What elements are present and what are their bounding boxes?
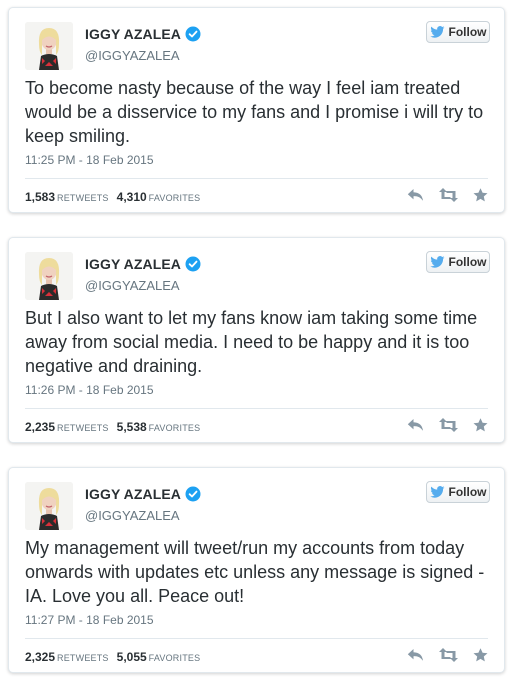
display-name[interactable]: IGGY AZALEA — [85, 26, 181, 42]
verified-badge-icon — [185, 26, 201, 42]
twitter-bird-icon — [429, 486, 444, 498]
tweet-actions — [407, 418, 488, 432]
follow-button-label: Follow — [448, 485, 487, 499]
favorite-star-icon[interactable] — [473, 188, 488, 202]
reply-icon[interactable] — [407, 418, 424, 432]
user-handle[interactable]: @IGGYAZALEA — [85, 48, 180, 63]
reply-icon[interactable] — [407, 188, 424, 202]
tweet-timestamp[interactable]: 11:26 PM - 18 Feb 2015 — [25, 383, 154, 397]
tweet-actions — [407, 648, 488, 662]
twitter-bird-icon — [429, 256, 444, 268]
divider — [25, 178, 488, 179]
favorite-count-label: FAVORITES — [148, 193, 201, 203]
name-row: IGGY AZALEA — [85, 256, 201, 272]
reply-icon[interactable] — [407, 648, 424, 662]
tweet-card: IGGY AZALEA @IGGYAZALEA Follow To become… — [8, 7, 505, 213]
follow-button[interactable]: Follow — [426, 251, 490, 273]
follow-button-label: Follow — [448, 255, 487, 269]
display-name[interactable]: IGGY AZALEA — [85, 486, 181, 502]
name-row: IGGY AZALEA — [85, 486, 201, 502]
verified-badge-icon — [185, 256, 201, 272]
retweet-count[interactable]: 1,583 — [25, 190, 55, 204]
follow-button-label: Follow — [448, 25, 487, 39]
tweet-stats: 2,325 RETWEETS 5,055 FAVORITES — [25, 650, 200, 664]
divider — [25, 408, 488, 409]
tweet-card: IGGY AZALEA @IGGYAZALEA Follow My manage… — [8, 467, 505, 673]
favorite-count[interactable]: 5,538 — [117, 420, 147, 434]
user-handle[interactable]: @IGGYAZALEA — [85, 278, 180, 293]
tweet-timestamp[interactable]: 11:27 PM - 18 Feb 2015 — [25, 613, 154, 627]
retweet-icon[interactable] — [438, 188, 459, 202]
tweet-stats: 1,583 RETWEETS 4,310 FAVORITES — [25, 190, 200, 204]
twitter-bird-icon — [429, 26, 444, 38]
favorite-count-label: FAVORITES — [148, 653, 201, 663]
follow-button[interactable]: Follow — [426, 481, 490, 503]
avatar[interactable] — [25, 22, 73, 70]
name-row: IGGY AZALEA — [85, 26, 201, 42]
tweet-stats: 2,235 RETWEETS 5,538 FAVORITES — [25, 420, 200, 434]
retweet-count[interactable]: 2,235 — [25, 420, 55, 434]
avatar[interactable] — [25, 482, 73, 530]
retweet-count-label: RETWEETS — [57, 653, 109, 663]
tweet-text: But I also want to let my fans know iam … — [25, 308, 478, 376]
favorite-star-icon[interactable] — [473, 648, 488, 662]
user-handle[interactable]: @IGGYAZALEA — [85, 508, 180, 523]
follow-button[interactable]: Follow — [426, 21, 490, 43]
tweet-timestamp[interactable]: 11:25 PM - 18 Feb 2015 — [25, 153, 154, 167]
favorite-count[interactable]: 4,310 — [117, 190, 147, 204]
tweet-card: IGGY AZALEA @IGGYAZALEA Follow But I als… — [8, 237, 505, 443]
retweet-count-label: RETWEETS — [57, 423, 109, 433]
favorite-star-icon[interactable] — [473, 418, 488, 432]
favorite-count[interactable]: 5,055 — [117, 650, 147, 664]
divider — [25, 638, 488, 639]
retweet-count-label: RETWEETS — [57, 193, 109, 203]
retweet-icon[interactable] — [438, 648, 459, 662]
retweet-count[interactable]: 2,325 — [25, 650, 55, 664]
display-name[interactable]: IGGY AZALEA — [85, 256, 181, 272]
favorite-count-label: FAVORITES — [148, 423, 201, 433]
tweet-text: To become nasty because of the way I fee… — [25, 78, 484, 146]
verified-badge-icon — [185, 486, 201, 502]
retweet-icon[interactable] — [438, 418, 459, 432]
tweet-actions — [407, 188, 488, 202]
avatar[interactable] — [25, 252, 73, 300]
tweet-text: My management will tweet/run my accounts… — [25, 538, 485, 606]
